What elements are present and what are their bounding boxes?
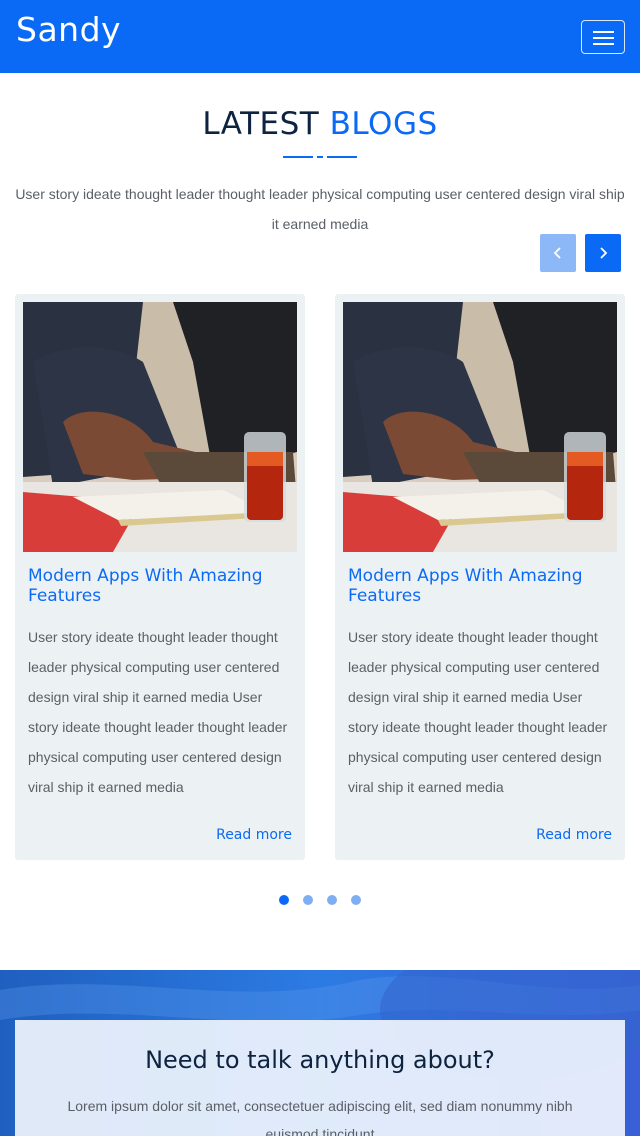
blog-card-excerpt: User story ideate thought leader thought…: [348, 629, 608, 795]
section-title: LATEST BLOGS: [0, 106, 640, 142]
contact-title: Need to talk anything about?: [145, 1046, 495, 1074]
contact-text: Lorem ipsum dolor sit amet, consectetuer…: [67, 1098, 573, 1136]
blog-card-image[interactable]: [23, 302, 297, 552]
blog-card-title[interactable]: Modern Apps With Amazing Features: [348, 566, 618, 606]
site-logo[interactable]: Sandy: [16, 10, 121, 49]
section-title-part2: BLOGS: [329, 106, 438, 142]
top-navbar: Sandy: [0, 0, 640, 73]
title-divider: [283, 156, 357, 158]
blog-card: Modern Apps With Amazing Features User s…: [15, 294, 305, 860]
blog-card-excerpt: User story ideate thought leader thought…: [28, 629, 288, 795]
hamburger-menu-icon-bar: [593, 43, 614, 45]
read-more-link[interactable]: Read more: [216, 827, 292, 843]
chevron-right-icon: [600, 247, 608, 259]
hamburger-menu-button[interactable]: [581, 20, 625, 54]
read-more-link[interactable]: Read more: [536, 827, 612, 843]
blog-card: Modern Apps With Amazing Features User s…: [335, 294, 625, 860]
carousel-dot-4[interactable]: [351, 895, 361, 905]
blog-card-image[interactable]: [343, 302, 617, 552]
carousel-dot-3[interactable]: [327, 895, 337, 905]
carousel-dot-1[interactable]: [279, 895, 289, 905]
blog-card-title[interactable]: Modern Apps With Amazing Features: [28, 566, 298, 606]
section-title-part1: LATEST: [202, 106, 320, 142]
carousel-next-button[interactable]: [585, 234, 621, 272]
hamburger-menu-icon: [593, 31, 614, 33]
carousel-dot-2[interactable]: [303, 895, 313, 905]
carousel-prev-button[interactable]: [540, 234, 576, 272]
section-intro: User story ideate thought leader thought…: [15, 186, 625, 232]
hamburger-menu-icon-bar: [593, 37, 614, 39]
chevron-left-icon: [553, 247, 561, 259]
